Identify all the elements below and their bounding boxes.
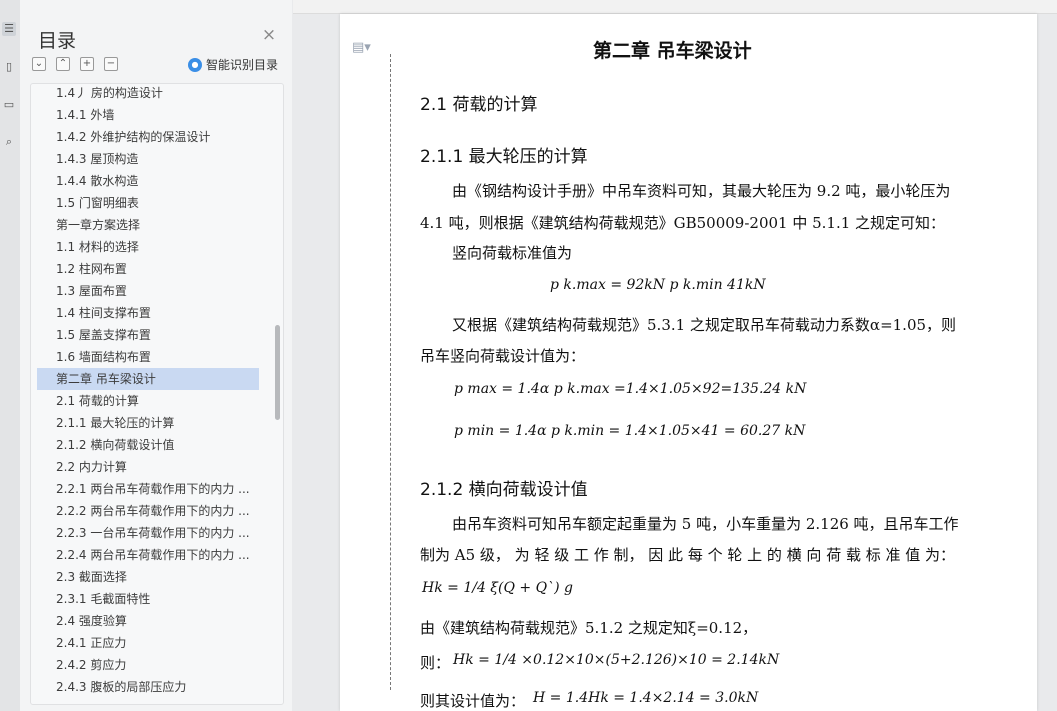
smart-toc-button[interactable]: ● 智能识别目录 — [188, 56, 278, 73]
toc-panel: 目录 × ⌄ ⌃ + − ● 智能识别目录 1.4丿 房的构造设计 1.4.1 外… — [20, 0, 292, 711]
equation: p k.max = 92kN p k.min 41kN — [550, 277, 766, 293]
toc-item[interactable]: 2.3.1 毛截面特性 — [37, 588, 259, 610]
paragraph: 吊车竖向荷载设计值为： — [420, 347, 586, 365]
toc-item[interactable]: 2.2.2 两台吊车荷载作用下的内力 ... — [37, 500, 259, 522]
remove-heading-icon[interactable]: − — [104, 57, 118, 71]
toc-item[interactable]: 1.4丿 房的构造设计 — [37, 84, 259, 104]
document-page[interactable]: ▤▾ 第二章 吊车梁设计 2.1 荷载的计算 2.1.1 最大轮压的计算 由《钢… — [340, 14, 1037, 711]
expand-up-icon[interactable]: ⌃ — [56, 57, 70, 71]
page-options-icon[interactable]: ▤▾ — [352, 40, 371, 55]
paragraph: 4.1 吨，则根据《建筑结构荷载规范》GB50009-2001 中 5.1.1 … — [420, 214, 946, 232]
toc-item[interactable]: 2.4.2 剪应力 — [37, 654, 259, 676]
bookmark-icon[interactable]: ▯ — [2, 60, 16, 74]
toc-item[interactable]: 2.2.1 两台吊车荷载作用下的内力 ... — [37, 478, 259, 500]
left-rail: ☰ ▯ ▭ ⌕ — [0, 0, 21, 711]
toc-item[interactable]: 2.4 强度验算 — [37, 610, 259, 632]
toc-item[interactable]: 2.4.1 正应力 — [37, 632, 259, 654]
toc-item[interactable]: 1.5 屋盖支撑布置 — [37, 324, 259, 346]
paragraph: 由《钢结构设计手册》中吊车资料可知，其最大轮压为 9.2 吨，最小轮压为 — [452, 182, 951, 200]
ruler — [293, 0, 1057, 14]
margin-guide — [390, 54, 391, 690]
smart-toc-icon: ● — [188, 57, 202, 72]
toc-item[interactable]: 2.1.1 最大轮压的计算 — [37, 412, 259, 434]
toc-item[interactable]: 2.3 截面选择 — [37, 566, 259, 588]
toc-item[interactable]: 1.3 屋面布置 — [37, 280, 259, 302]
section-heading-2-1-1: 2.1.1 最大轮压的计算 — [420, 147, 588, 167]
smart-toc-label: 智能识别目录 — [206, 58, 279, 72]
toc-item[interactable]: 2.2 内力计算 — [37, 456, 259, 478]
toc-item[interactable]: 1.4.4 散水构造 — [37, 170, 259, 192]
toc-item[interactable]: 1.4.1 外墙 — [37, 104, 259, 126]
toc-item[interactable]: 1.1 材料的选择 — [37, 236, 259, 258]
document-area: ▤▾ 第二章 吊车梁设计 2.1 荷载的计算 2.1.1 最大轮压的计算 由《钢… — [293, 0, 1057, 711]
toc-item[interactable]: 2.1.2 横向荷载设计值 — [37, 434, 259, 456]
paragraph: 由《建筑结构荷载规范》5.1.2 之规定知ξ=0.12， — [420, 619, 758, 637]
toc-item[interactable]: 1.5 门窗明细表 — [37, 192, 259, 214]
paragraph: 竖向荷载标准值为 — [452, 244, 573, 262]
toc-item[interactable]: 第二章 吊车梁设计 — [37, 368, 259, 390]
page-icon[interactable]: ▭ — [2, 98, 16, 112]
paragraph: 又根据《建筑结构荷载规范》5.3.1 之规定取吊车荷载动力系数α=1.05，则 — [452, 316, 957, 334]
paragraph: 则其设计值为： — [420, 692, 526, 710]
toc-item[interactable]: 1.4 柱间支撑布置 — [37, 302, 259, 324]
toc-item[interactable]: 2.4.3 腹板的局部压应力 — [37, 676, 259, 698]
add-heading-icon[interactable]: + — [80, 57, 94, 71]
equation: Hk = 1/4 ×0.12×10×(5+2.126)×10 = 2.14kN — [453, 652, 780, 668]
paragraph: 则： — [420, 654, 451, 672]
section-heading-2-1-2: 2.1.2 横向荷载设计值 — [420, 480, 588, 500]
equation: H = 1.4Hk = 1.4×2.14 = 3.0kN — [533, 690, 759, 706]
toc-item[interactable]: 2.2.4 两台吊车荷载作用下的内力 ... — [37, 544, 259, 566]
toc-scrollbar[interactable] — [275, 325, 280, 420]
collapse-all-icon[interactable]: ⌄ — [32, 57, 46, 71]
equation: p min = 1.4α p k.min = 1.4×1.05×41 = 60.… — [454, 423, 806, 439]
toc-item[interactable]: 2.2.3 一台吊车荷载作用下的内力 ... — [37, 522, 259, 544]
equation: Hk = 1/4 ξ(Q + Q`) g — [422, 580, 573, 596]
toc-title: 目录 — [38, 30, 77, 52]
toc-item[interactable]: 第一章方案选择 — [37, 214, 259, 236]
equation: p max = 1.4α p k.max =1.4×1.05×92=135.24… — [454, 381, 807, 397]
search-icon[interactable]: ⌕ — [2, 135, 16, 149]
close-icon[interactable]: × — [261, 27, 277, 44]
toc-item[interactable]: 1.2 柱网布置 — [37, 258, 259, 280]
toc-item[interactable]: 2.1 荷载的计算 — [37, 390, 259, 412]
paragraph: 制为 A5 级， 为 轻 级 工 作 制， 因 此 每 个 轮 上 的 横 向 … — [420, 546, 956, 564]
toc-list: 1.4丿 房的构造设计 1.4.1 外墙 1.4.2 外维护结构的保温设计 1.4.3… — [30, 83, 284, 705]
section-heading-2-1: 2.1 荷载的计算 — [420, 95, 538, 115]
paragraph: 由吊车资料可知吊车额定起重量为 5 吨，小车重量为 2.126 吨，且吊车工作 — [452, 515, 959, 533]
toc-item[interactable]: 1.4.2 外维护结构的保温设计 — [37, 126, 259, 148]
chapter-title: 第二章 吊车梁设计 — [593, 40, 752, 62]
toc-icon[interactable]: ☰ — [2, 22, 16, 36]
toc-item[interactable]: 1.4.3 屋顶构造 — [37, 148, 259, 170]
toc-item[interactable]: 1.6 墙面结构布置 — [37, 346, 259, 368]
